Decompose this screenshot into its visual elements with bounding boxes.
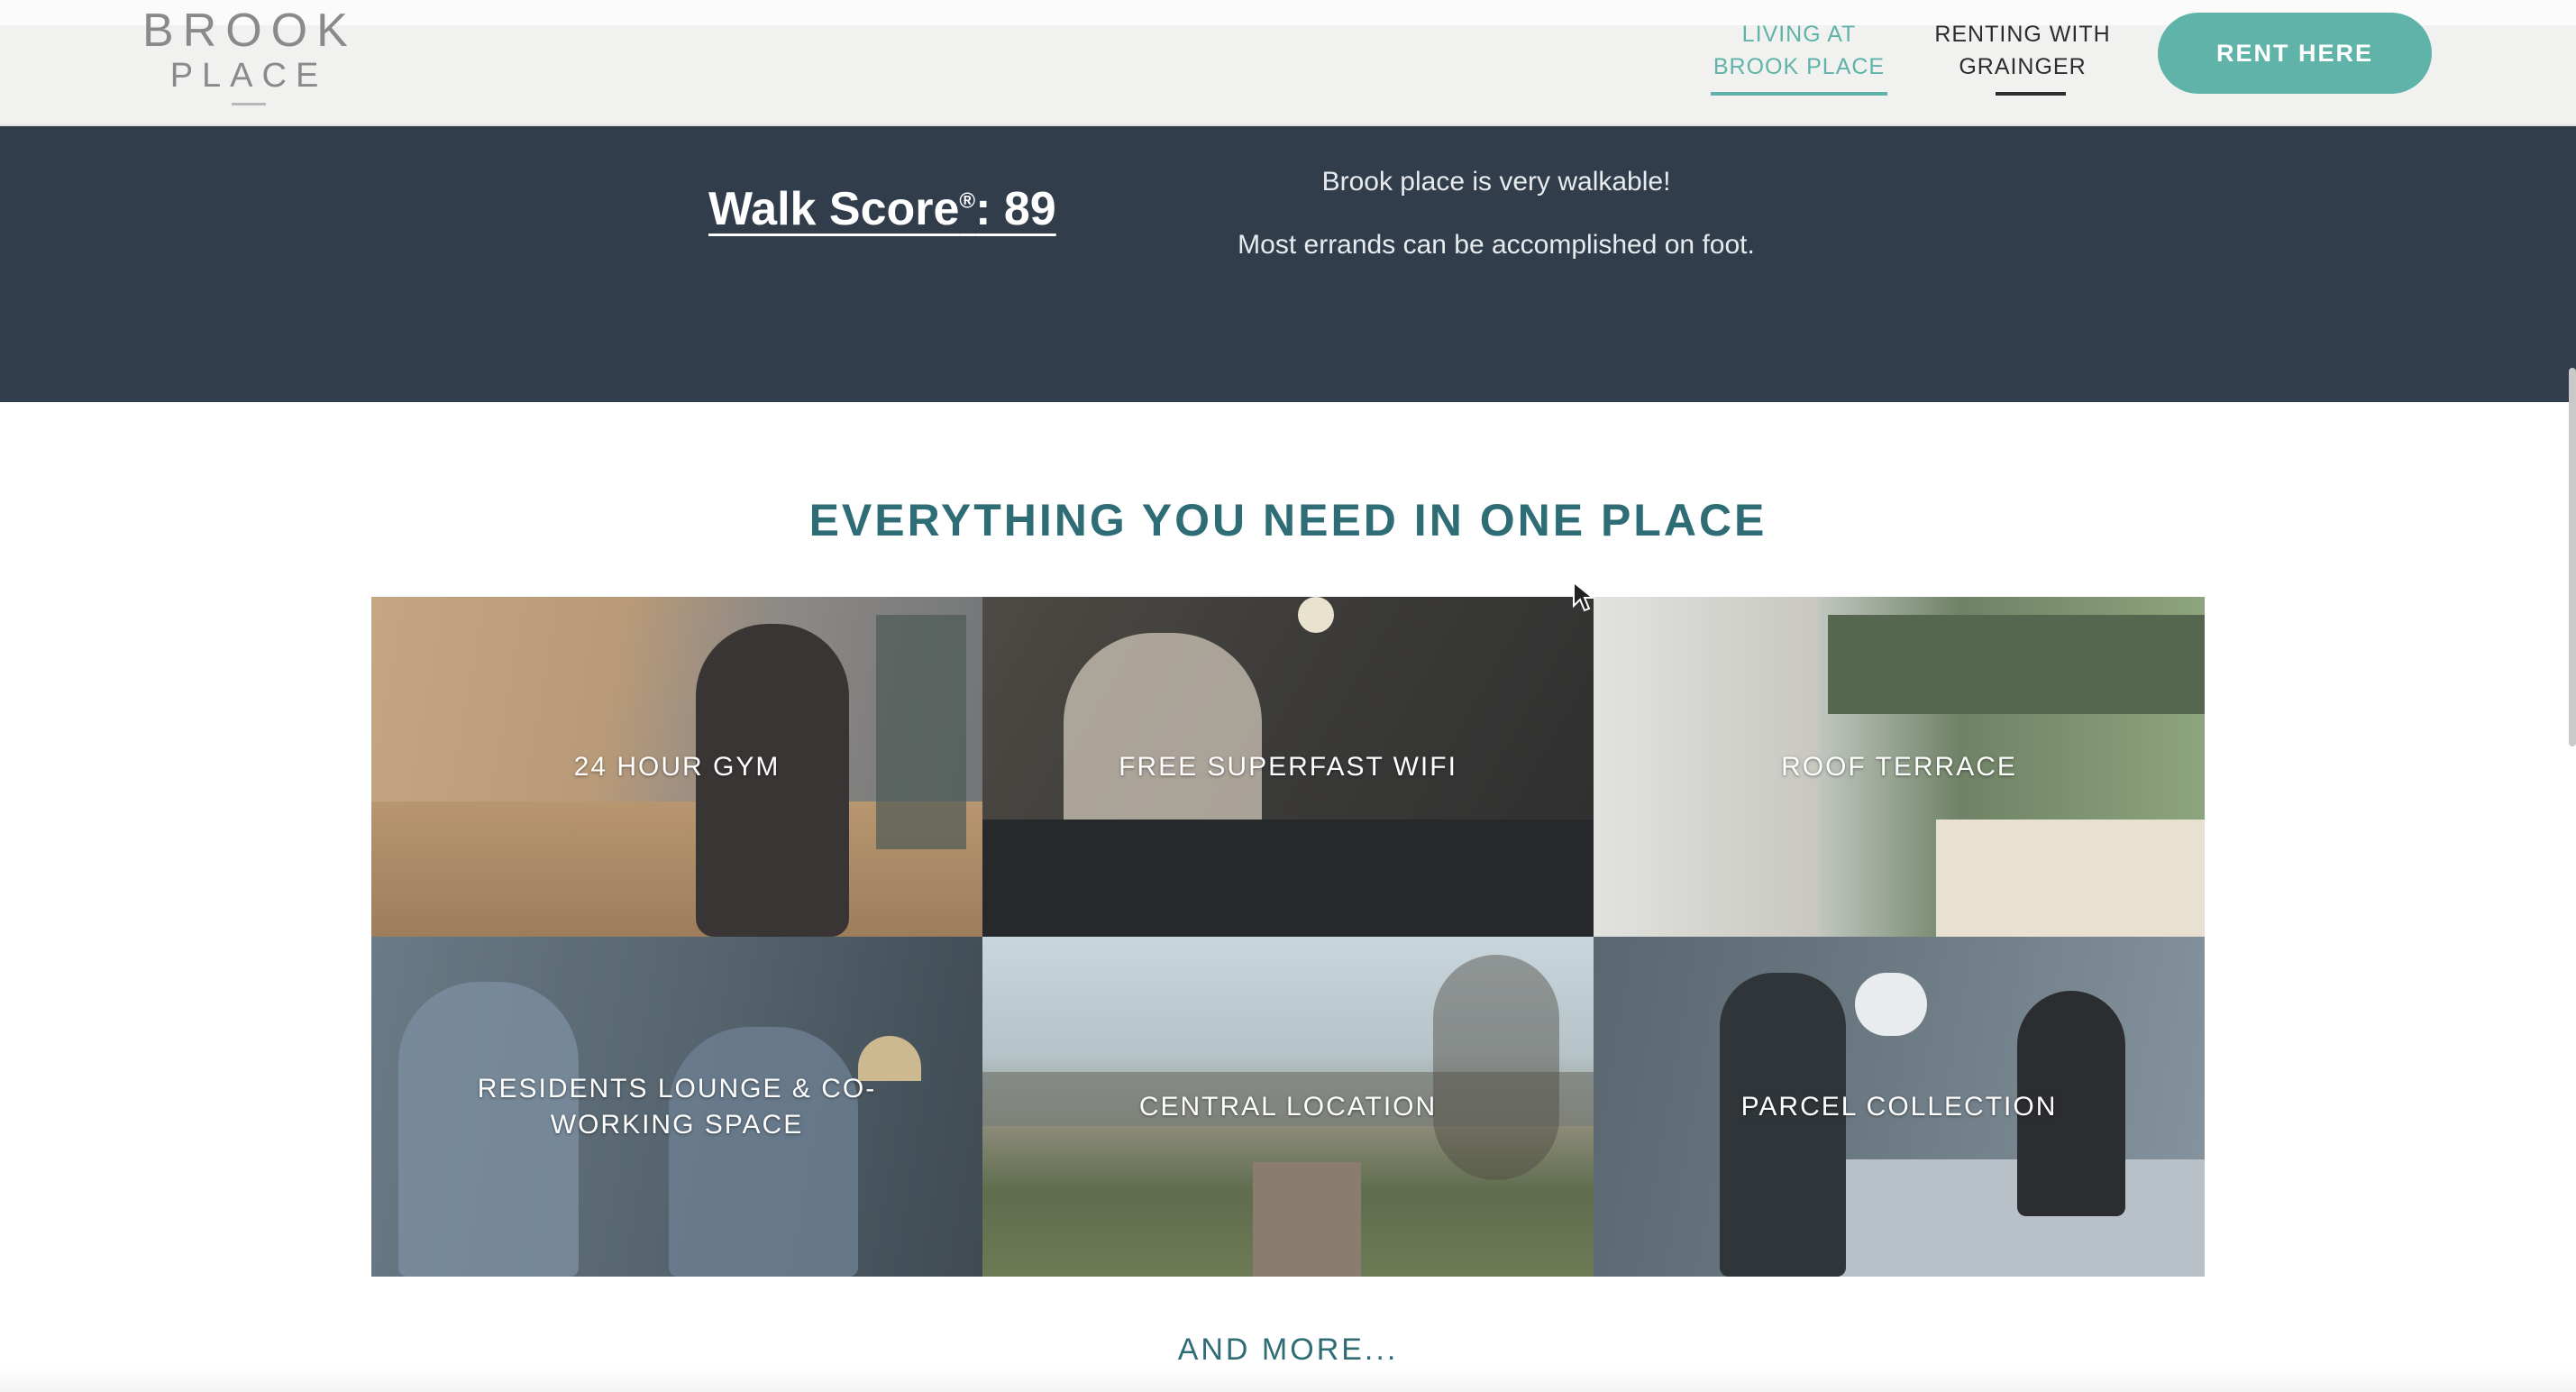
parcel-man-image <box>1720 973 1846 1277</box>
wifi-table-image <box>982 820 1594 937</box>
amenity-tile-parcel-collection[interactable]: PARCEL COLLECTION <box>1594 937 2205 1277</box>
amenities-heading: EVERYTHING YOU NEED IN ONE PLACE <box>808 495 1768 545</box>
logo-underline <box>232 103 266 105</box>
logo-line-2: PLACE <box>169 57 328 95</box>
walk-score-description: Brook place is very walkable! <box>1321 167 1671 197</box>
walk-score-value: : 89 <box>975 183 1056 235</box>
amenity-tile-central-location[interactable]: CENTRAL LOCATION <box>982 937 1594 1277</box>
parcel-desk-image <box>1801 1159 2205 1277</box>
amenity-tile-roof-terrace[interactable]: ROOF TERRACE <box>1594 597 2205 937</box>
gym-equipment-image <box>876 615 966 849</box>
amenity-tile-gym[interactable]: 24 HOUR GYM <box>371 597 982 937</box>
lounge-person-right-image <box>669 1027 858 1277</box>
location-tree-image <box>1433 955 1559 1180</box>
wifi-light-image <box>1298 597 1334 633</box>
brook-place-logo[interactable]: BROOK PLACE <box>142 5 355 105</box>
registered-mark: ® <box>959 188 976 214</box>
amenity-label-central-location: CENTRAL LOCATION <box>1138 1091 1438 1122</box>
amenity-label-wifi: FREE SUPERFAST WIFI <box>1119 751 1457 782</box>
walk-score-subtext: Most errands can be accomplished on foot… <box>1238 230 1755 260</box>
walk-score-section: Walk Score®: 89 Brook place is very walk… <box>0 126 2576 402</box>
terrace-table-image <box>1936 820 2205 937</box>
rent-here-button[interactable]: RENT HERE <box>2158 13 2432 94</box>
walk-score-link[interactable]: Walk Score®: 89 <box>708 182 1056 236</box>
site-header: BROOK PLACE LIVING AT BROOK PLACE RENTIN… <box>0 0 2576 126</box>
page-bottom-fade <box>0 1367 2576 1392</box>
wifi-person-image <box>1064 633 1262 849</box>
walk-score-label: Walk Score <box>708 183 960 235</box>
nav-renting-with-grainger[interactable]: RENTING WITH GRAINGER <box>1925 18 2120 96</box>
parcel-flowers-image <box>1855 973 1927 1036</box>
amenities-grid: 24 HOUR GYM FREE SUPERFAST WIFI ROOF TER… <box>371 597 2205 1277</box>
amenity-label-residents-lounge: RESIDENTS LOUNGE & CO-WORKING SPACE <box>477 1073 877 1140</box>
mouse-cursor-icon <box>1573 581 1595 612</box>
amenity-tile-wifi[interactable]: FREE SUPERFAST WIFI <box>982 597 1594 937</box>
amenity-label-gym: 24 HOUR GYM <box>573 751 781 782</box>
amenity-label-parcel-collection: PARCEL COLLECTION <box>1740 1091 2058 1122</box>
logo-line-1: BROOK <box>142 5 357 57</box>
amenity-tile-residents-lounge[interactable]: RESIDENTS LOUNGE & CO-WORKING SPACE <box>371 937 982 1277</box>
terrace-wall-image <box>1828 615 2205 714</box>
page-scrollbar[interactable] <box>2569 368 2576 746</box>
nav-living-at-brook-place[interactable]: LIVING AT BROOK PLACE <box>1709 18 1889 96</box>
amenity-label-roof-terrace: ROOF TERRACE <box>1781 751 2017 782</box>
location-path-image <box>1253 1162 1361 1277</box>
